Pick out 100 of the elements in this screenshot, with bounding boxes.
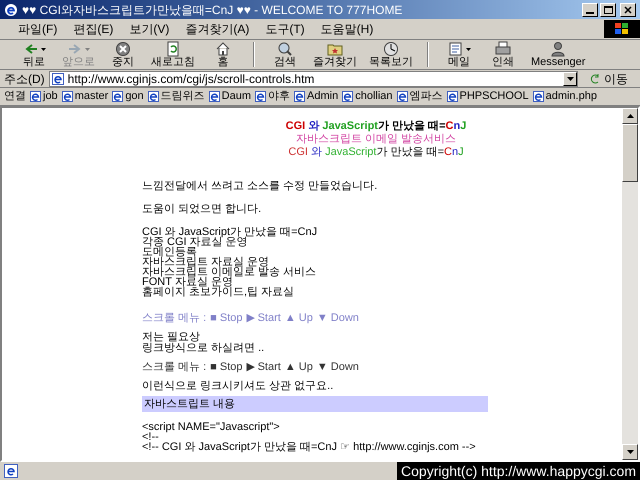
scroll-item: CGI 와 JavaScript가 만났을 때=CnJ: [142, 227, 318, 237]
arrow-icon: [590, 74, 600, 84]
link-item[interactable]: 엠파스: [396, 88, 443, 105]
page-icon: [30, 91, 41, 102]
scroll-link[interactable]: ▶ Start: [246, 362, 281, 373]
toolbar-button[interactable]: 새로고침: [145, 40, 201, 69]
menu-label: 스크롤 메뉴 :: [142, 362, 206, 373]
up-arrow-icon: [626, 114, 634, 118]
links-label: 연결: [4, 89, 26, 104]
toolbar-button[interactable]: 목록보기: [363, 40, 419, 69]
toolbar-button[interactable]: 홈: [201, 40, 245, 69]
status-text: Copyright(c) http://www.happycgi.com: [397, 462, 640, 480]
scroll-link[interactable]: ▼ Down: [316, 362, 359, 373]
scroll-item: 각종 CGI 자료실 운영: [142, 237, 248, 247]
scroll-link[interactable]: ■ Stop: [210, 313, 243, 324]
body-text: 저는 필요상: [142, 332, 200, 343]
scroll-item: 도메인등록: [142, 247, 197, 257]
scroll-link[interactable]: ▲ Up: [284, 362, 313, 373]
code-line: <!-- CGI 와 JavaScript가 만났을 때=CnJ ☞ http://www.cginjs.com -->: [142, 442, 477, 452]
search-icon: [277, 41, 293, 57]
link-item[interactable]: PHPSCHOOL: [446, 88, 529, 105]
scroll-link[interactable]: ▲ Up: [284, 313, 313, 324]
link-item[interactable]: Daum: [208, 88, 252, 105]
page-icon: [148, 91, 159, 102]
link-item[interactable]: Admin: [294, 88, 338, 105]
body-text: 느낌전달에서 쓰려고 소스를 수정 만들었습니다.: [142, 181, 378, 192]
window-title: ♥♥ CGI와자바스크립트가만났을때=CnJ ♥♥ - WELCOME TO 777HOME: [22, 2, 402, 18]
page-icon: [4, 464, 18, 478]
page-icon: [62, 91, 73, 102]
page-icon: [255, 91, 266, 102]
page-icon: [396, 91, 408, 102]
minimize-button[interactable]: [582, 2, 598, 16]
banner-title: CGI 와 JavaScript가 만났을 때=CnJ: [286, 120, 466, 133]
banner-title: CGI 와 JavaScript가 만났을 때=CnJ: [288, 146, 464, 159]
menu-item[interactable]: 보기(V): [123, 20, 176, 38]
scrollbar[interactable]: [622, 108, 638, 460]
link-item[interactable]: 야후: [255, 88, 290, 105]
code-line: <!--: [142, 432, 159, 442]
banner-subtitle: 자바스크립트 이메일 발송서비스: [296, 133, 456, 146]
scroll-down-button[interactable]: [622, 444, 638, 460]
menu-item[interactable]: 도움말(H): [314, 20, 380, 38]
stop-icon: [115, 41, 131, 57]
caret-icon[interactable]: [466, 48, 470, 50]
toolbar-button[interactable]: Messenger: [525, 40, 592, 69]
go-button[interactable]: 이동: [582, 70, 636, 88]
link-item[interactable]: gon: [112, 88, 144, 105]
link-item[interactable]: job: [30, 88, 58, 105]
link-item[interactable]: chollian: [342, 88, 393, 105]
page-icon: [342, 91, 354, 102]
page-icon: [208, 91, 220, 102]
code-line: <script NAME="Javascript">: [142, 422, 281, 432]
scroll-link[interactable]: ▼ Down: [316, 313, 359, 324]
dropdown-button[interactable]: [563, 72, 577, 86]
mail-icon: [448, 41, 464, 57]
toolbar-button[interactable]: 중지: [101, 40, 145, 69]
scroll-item: FONT 자료실 운영: [142, 277, 233, 287]
caret-icon: [566, 76, 574, 80]
address-field[interactable]: http://www.cginjs.com/cgi/js/scroll-controls.htm: [48, 70, 578, 86]
home-icon: [215, 41, 231, 57]
body-text: 도움이 되었으면 합니다.: [142, 204, 262, 215]
maximize-button[interactable]: [600, 2, 616, 16]
page-icon: [112, 91, 124, 102]
link-item[interactable]: 드림위즈: [148, 88, 205, 105]
address-label: 주소(D): [4, 70, 45, 88]
scroll-link[interactable]: ■ Stop: [210, 362, 243, 373]
body-text: 링크방식으로 하실려면 ..: [142, 343, 266, 354]
page-icon: [446, 91, 458, 102]
page-icon: [52, 72, 64, 84]
toolbar-button[interactable]: 메일: [437, 40, 481, 69]
scroll-thumb[interactable]: [622, 124, 638, 182]
toolbar-button[interactable]: 인쇄: [481, 40, 525, 69]
toolbar-button[interactable]: 검색: [263, 40, 307, 69]
windows-logo: [604, 20, 640, 38]
menu-item[interactable]: 도구(T): [259, 20, 311, 38]
scroll-item: 홈페이지 초보가이드,팁 자료실: [142, 287, 296, 297]
menu-item[interactable]: 즐겨찾기(A): [179, 20, 256, 38]
menu-item[interactable]: 파일(F): [12, 20, 64, 38]
refresh-icon: [165, 41, 181, 57]
link-item[interactable]: admin.php: [532, 88, 597, 105]
menu-item[interactable]: 편집(E): [67, 20, 120, 38]
body-text: 이런식으로 링크시키셔도 상관 없구요..: [142, 381, 334, 392]
toolbar-button[interactable]: 즐겨찾기: [307, 40, 363, 69]
scroll-item: 자바스크립트 이메일로 발송 서비스: [142, 267, 318, 277]
close-button[interactable]: [620, 2, 636, 16]
browser-icon: [4, 2, 18, 16]
scroll-item: 자바스크립트 자료실 운영: [142, 257, 270, 267]
scroll-link[interactable]: ▶ Start: [246, 313, 281, 324]
section-heading: 자바스트립트 내용: [142, 396, 488, 412]
person-icon: [550, 41, 566, 57]
clock-icon: [383, 41, 399, 57]
toolbar-button[interactable]: 뒤로: [12, 40, 56, 69]
link-item[interactable]: master: [62, 88, 108, 105]
down-arrow-icon: [626, 450, 634, 454]
scroll-up-button[interactable]: [622, 108, 638, 124]
close-icon: [624, 6, 632, 14]
caret-icon[interactable]: [40, 48, 46, 50]
menu-label: 스크롤 메뉴 :: [142, 313, 206, 324]
printer-icon: [495, 41, 511, 57]
page-icon: [294, 91, 306, 102]
page-icon: [532, 91, 544, 102]
